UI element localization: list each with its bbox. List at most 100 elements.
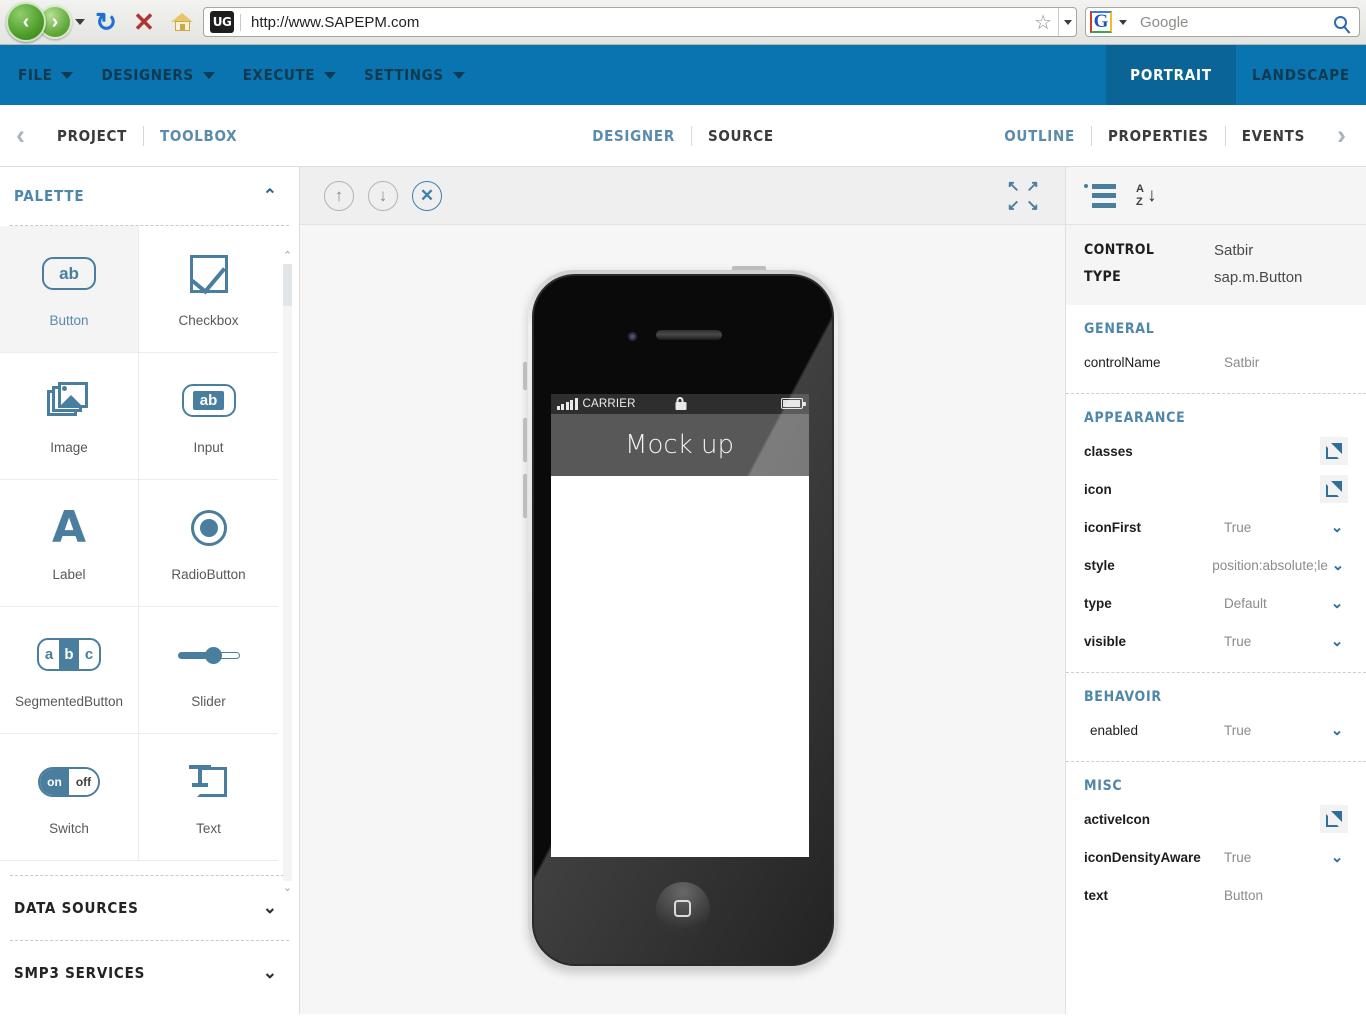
open-editor-button[interactable] xyxy=(1320,805,1348,833)
delete-button[interactable]: ✕ xyxy=(412,180,442,211)
palette-item-label: Label xyxy=(52,566,86,582)
carrier-label: CARRIER xyxy=(582,397,636,410)
chevron-up-icon[interactable]: ⌃ xyxy=(263,186,277,206)
property-row-style[interactable]: style position:absolute;le ⌄ xyxy=(1066,546,1366,584)
browser-toolbar: ‹ › ↻ ✕ UG http://www.SAPEPM.com ☆ G Goo… xyxy=(0,0,1366,45)
property-row-classes[interactable]: classes xyxy=(1066,432,1366,470)
chevron-down-icon[interactable]: ⌄ xyxy=(1326,594,1348,612)
scroll-up-icon[interactable]: ⌃ xyxy=(283,251,292,262)
property-value[interactable]: Satbir xyxy=(1224,355,1326,370)
property-row-activeicon[interactable]: activeIcon xyxy=(1066,800,1366,838)
open-editor-button[interactable] xyxy=(1320,475,1348,503)
search-icon[interactable] xyxy=(1334,15,1347,29)
property-value[interactable]: True xyxy=(1224,634,1326,649)
address-dropdown-button[interactable] xyxy=(1058,8,1076,36)
property-value[interactable]: True xyxy=(1224,723,1326,738)
chevron-down-icon[interactable]: ⌄ xyxy=(1326,632,1348,650)
bookmark-star-icon[interactable]: ☆ xyxy=(1028,10,1058,35)
search-input[interactable]: Google xyxy=(1132,14,1334,31)
address-bar[interactable]: UG http://www.SAPEPM.com ☆ xyxy=(203,7,1077,37)
tab-project[interactable]: PROJECT xyxy=(41,127,143,145)
property-row-icondensityaware[interactable]: iconDensityAware True ⌄ xyxy=(1066,838,1366,876)
palette-scrollbar[interactable]: ⌃ ⌄ xyxy=(283,251,292,894)
property-value[interactable]: Button xyxy=(1224,888,1326,903)
reload-button[interactable]: ↻ xyxy=(89,5,123,39)
button-icon: ab xyxy=(42,251,96,297)
chevron-down-icon[interactable]: ⌄ xyxy=(1326,518,1348,536)
group-list-icon[interactable] xyxy=(1084,183,1116,208)
sort-az-icon[interactable]: A Z ↓ xyxy=(1136,183,1156,207)
property-row-controlname[interactable]: controlName Satbir xyxy=(1066,343,1366,381)
scroll-down-icon[interactable]: ⌄ xyxy=(283,883,292,894)
tab-toolbox[interactable]: TOOLBOX xyxy=(144,127,253,145)
menu-item-execute[interactable]: EXECUTE xyxy=(242,66,337,84)
device-screen[interactable]: CARRIER Mock up xyxy=(550,393,809,857)
stop-button[interactable]: ✕ xyxy=(127,5,161,39)
palette-item-segmentedbutton[interactable]: a b c SegmentedButton xyxy=(0,607,139,734)
move-down-button[interactable]: ↓ xyxy=(368,180,398,211)
chevron-down-icon xyxy=(61,71,74,79)
palette-item-switch[interactable]: on off Switch xyxy=(0,734,139,861)
chevron-down-icon[interactable]: ⌄ xyxy=(263,963,277,983)
scrollbar-track[interactable] xyxy=(283,264,292,881)
property-value[interactable]: Default xyxy=(1224,596,1326,611)
tab-properties[interactable]: PROPERTIES xyxy=(1092,127,1225,145)
palette-item-image[interactable]: Image xyxy=(0,353,139,480)
nav-left-group: PROJECT TOOLBOX xyxy=(41,125,253,146)
palette-section-data-sources[interactable]: DATA SOURCES ⌄ xyxy=(0,876,299,940)
orientation-tab-portrait[interactable]: PORTRAIT xyxy=(1106,45,1236,105)
tab-source[interactable]: SOURCE xyxy=(692,127,790,145)
palette-item-label: SegmentedButton xyxy=(14,693,124,709)
history-dropdown-icon[interactable] xyxy=(75,19,85,25)
property-row-text[interactable]: text Button xyxy=(1066,876,1366,914)
chevron-down-icon[interactable]: ⌄ xyxy=(1326,848,1348,866)
palette-item-slider[interactable]: Slider xyxy=(139,607,278,734)
chevron-down-icon[interactable]: ⌄ xyxy=(263,898,277,918)
canvas-area[interactable]: CARRIER Mock up xyxy=(300,225,1065,1014)
palette-item-button[interactable]: ab Button xyxy=(0,226,139,353)
chevron-down-icon[interactable]: ⌄ xyxy=(1328,556,1348,574)
property-value[interactable]: position:absolute;le xyxy=(1212,558,1328,573)
move-up-button[interactable]: ↑ xyxy=(324,180,354,211)
tab-outline[interactable]: OUTLINE xyxy=(988,127,1091,145)
menu-item-designers[interactable]: DESIGNERS xyxy=(101,66,215,84)
palette-item-checkbox[interactable]: Checkbox xyxy=(139,226,278,353)
tab-designer[interactable]: DESIGNER xyxy=(576,127,691,145)
property-row-iconfirst[interactable]: iconFirst True ⌄ xyxy=(1066,508,1366,546)
palette-section-smp3-services[interactable]: SMP3 SERVICES ⌄ xyxy=(0,941,299,1005)
menu-item-settings[interactable]: SETTINGS xyxy=(364,66,465,84)
app-content-area[interactable] xyxy=(550,475,809,857)
seg-a: a xyxy=(44,646,54,663)
menu-label: EXECUTE xyxy=(242,66,316,84)
palette-item-radiobutton[interactable]: RadioButton xyxy=(139,480,278,607)
orientation-tab-landscape[interactable]: LANDSCAPE xyxy=(1236,45,1366,105)
palette-item-input[interactable]: ab Input xyxy=(139,353,278,480)
property-value[interactable]: True xyxy=(1224,520,1326,535)
chevron-down-icon[interactable]: ⌄ xyxy=(1326,721,1348,739)
menubar-spacer xyxy=(465,45,1106,105)
tab-events[interactable]: EVENTS xyxy=(1226,127,1321,145)
palette-item-text[interactable]: Text xyxy=(139,734,278,861)
palette-header[interactable]: PALETTE ⌃ xyxy=(0,167,299,225)
url-text[interactable]: http://www.SAPEPM.com xyxy=(240,13,1028,31)
property-row-visible[interactable]: visible True ⌄ xyxy=(1066,622,1366,660)
search-engine-dropdown-button[interactable] xyxy=(1114,8,1132,36)
scrollbar-thumb[interactable] xyxy=(283,264,292,306)
property-key: type xyxy=(1084,595,1112,611)
open-editor-button[interactable] xyxy=(1320,437,1348,465)
label-icon: A xyxy=(52,505,86,551)
home-button[interactable] xyxy=(165,5,199,39)
nav-next-icon[interactable]: › xyxy=(1321,122,1362,149)
search-bar[interactable]: G Google xyxy=(1085,7,1360,37)
palette-item-label[interactable]: A Label xyxy=(0,480,139,607)
property-row-enabled[interactable]: enabled True ⌄ xyxy=(1066,711,1366,749)
menu-item-file[interactable]: FILE xyxy=(18,66,74,84)
fullscreen-icon[interactable]: ↖ ↗ ↙ ↘ xyxy=(1005,179,1041,213)
nav-prev-icon[interactable]: ‹ xyxy=(0,122,41,149)
property-value[interactable]: True xyxy=(1224,850,1326,865)
property-row-icon[interactable]: icon xyxy=(1066,470,1366,508)
property-row-type[interactable]: type Default ⌄ xyxy=(1066,584,1366,622)
back-button[interactable]: ‹ xyxy=(6,2,46,42)
chevron-down-icon xyxy=(324,71,337,79)
group-title: BEHAVOIR xyxy=(1084,689,1162,705)
